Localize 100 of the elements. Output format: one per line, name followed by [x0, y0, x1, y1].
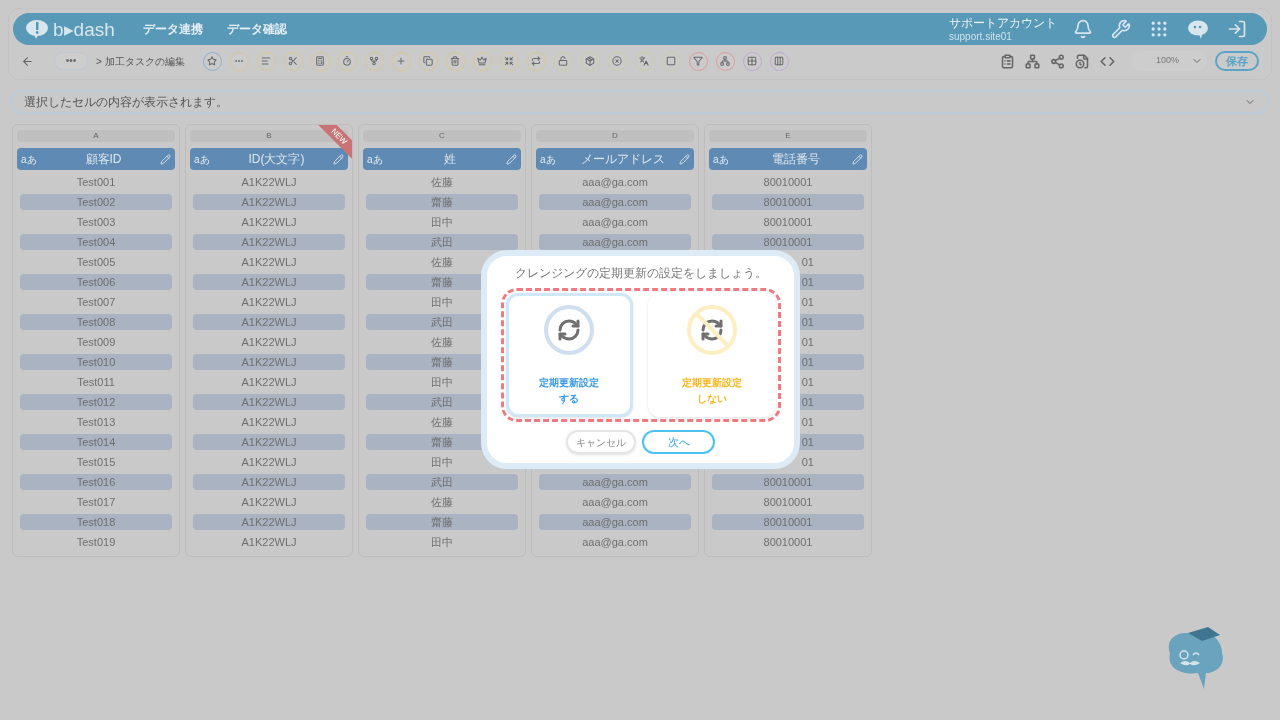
table-cell: Test013: [76, 416, 116, 428]
hierarchy-icon[interactable]: [1025, 53, 1040, 69]
tool-button[interactable]: [310, 51, 330, 71]
tool-button[interactable]: [742, 51, 762, 71]
repeat-icon: [531, 56, 542, 66]
table-cell: aaa@ga.com: [582, 216, 648, 228]
tool-button[interactable]: [526, 51, 546, 71]
table-cell: Test008: [76, 316, 116, 328]
logout-icon[interactable]: [1227, 19, 1247, 39]
tool-button[interactable]: [499, 51, 519, 71]
table-cell: 田中: [431, 536, 453, 548]
assistant-icon[interactable]: [1187, 19, 1209, 39]
table-cell: 佐藤: [431, 416, 453, 428]
tool-button[interactable]: [688, 51, 708, 71]
table-cell: 佐藤: [431, 176, 453, 188]
crown-icon: [477, 56, 488, 66]
table-cell: 01: [801, 456, 814, 468]
tool-button[interactable]: [715, 51, 735, 71]
tool-button[interactable]: [418, 51, 438, 71]
column-header[interactable]: aあ 電話番号: [709, 148, 867, 170]
tool-button[interactable]: [634, 51, 654, 71]
type-label: aあ: [367, 152, 384, 167]
save-button[interactable]: 保存: [1215, 51, 1259, 71]
tool-button[interactable]: [769, 51, 789, 71]
tool-button[interactable]: [202, 51, 222, 71]
copy-icon: [423, 56, 434, 66]
type-label: aあ: [540, 152, 557, 167]
table-cell: A1K22WLJ: [241, 496, 297, 508]
file-history-icon[interactable]: [1075, 53, 1090, 69]
table-cell: aaa@ga.com: [582, 516, 648, 528]
edit-icon[interactable]: [679, 153, 690, 165]
account-label: サポートアカウント: [949, 15, 1057, 30]
column-letter: E: [785, 132, 791, 140]
settings-icon[interactable]: [1111, 19, 1131, 39]
grid-icon: [747, 56, 758, 66]
option-card[interactable]: 定期更新設定 しない: [648, 293, 776, 417]
table-cell: 齋藤: [431, 516, 453, 528]
edit-icon[interactable]: [333, 153, 344, 165]
edit-icon[interactable]: [852, 153, 863, 165]
edit-icon[interactable]: [160, 153, 171, 165]
apps-grid-icon[interactable]: [1149, 19, 1169, 39]
logo-text[interactable]: b▸dash: [53, 19, 115, 39]
tool-button[interactable]: [364, 51, 384, 71]
table-cell: 01: [801, 256, 814, 268]
table-cell: Test009: [76, 336, 116, 348]
table-cell: A1K22WLJ: [241, 276, 297, 288]
table-cell: Test016: [76, 476, 116, 488]
tool-button[interactable]: [256, 51, 276, 71]
column-letter: D: [612, 132, 618, 140]
tool-button[interactable]: [445, 51, 465, 71]
clipboard-icon[interactable]: [1000, 53, 1015, 69]
filter-icon: [693, 56, 704, 66]
package-icon: [585, 56, 596, 66]
tool-button[interactable]: [553, 51, 573, 71]
edit-icon[interactable]: [506, 153, 517, 165]
column-header[interactable]: aあ 顧客ID: [17, 148, 175, 170]
cancel-button[interactable]: キャンセル: [566, 430, 636, 454]
table-cell: A1K22WLJ: [241, 256, 297, 268]
fork-icon: [369, 56, 380, 66]
notification-icon[interactable]: [1073, 19, 1093, 39]
tool-button[interactable]: [661, 51, 681, 71]
table-cell: aaa@ga.com: [582, 236, 648, 248]
table-cell: A1K22WLJ: [241, 196, 297, 208]
table-cell: 田中: [431, 216, 453, 228]
column-title: 電話番号: [770, 151, 821, 168]
share-icon[interactable]: [1050, 53, 1065, 69]
table-cell: 武田: [431, 396, 453, 408]
nav-link[interactable]: データ確認: [226, 20, 287, 38]
table-cell: Test017: [76, 496, 116, 508]
column-letter: C: [439, 132, 445, 140]
table-cell: A1K22WLJ: [241, 476, 297, 488]
tool-button[interactable]: [607, 51, 627, 71]
cell-content-input[interactable]: 選択したセルの内容が表示されます。: [24, 93, 1244, 111]
cell-content-field[interactable]: 選択したセルの内容が表示されます。: [10, 90, 1270, 114]
tool-button[interactable]: [229, 51, 249, 71]
tool-button[interactable]: [283, 51, 303, 71]
table-cell: A1K22WLJ: [241, 436, 297, 448]
option-card[interactable]: 定期更新設定 する: [505, 293, 633, 417]
table-cell: 01: [801, 336, 814, 348]
tool-button[interactable]: [580, 51, 600, 71]
table-cell: 武田: [431, 236, 453, 248]
tool-button[interactable]: [391, 51, 411, 71]
more-button[interactable]: •••: [54, 52, 88, 70]
text-lines-icon: [261, 56, 272, 66]
square-icon: [666, 56, 677, 66]
sync-disabled-icon: [685, 304, 738, 356]
back-icon[interactable]: [21, 54, 34, 68]
network-icon: [720, 56, 731, 66]
column-header[interactable]: aあ メールアドレス: [536, 148, 694, 170]
table-cell: 武田: [431, 316, 453, 328]
nav-link[interactable]: データ連携: [142, 20, 203, 38]
breadcrumb: > 加工タスクの編集: [96, 54, 185, 69]
table-cell: Test014: [76, 436, 116, 448]
column-header[interactable]: aあ 姓: [363, 148, 521, 170]
column-header[interactable]: aあ ID(大文字): [190, 148, 348, 170]
next-button[interactable]: 次へ: [642, 430, 715, 454]
tool-button[interactable]: [337, 51, 357, 71]
unlock-icon: [558, 56, 569, 66]
tool-button[interactable]: [472, 51, 492, 71]
table-cell: Test007: [76, 296, 116, 308]
